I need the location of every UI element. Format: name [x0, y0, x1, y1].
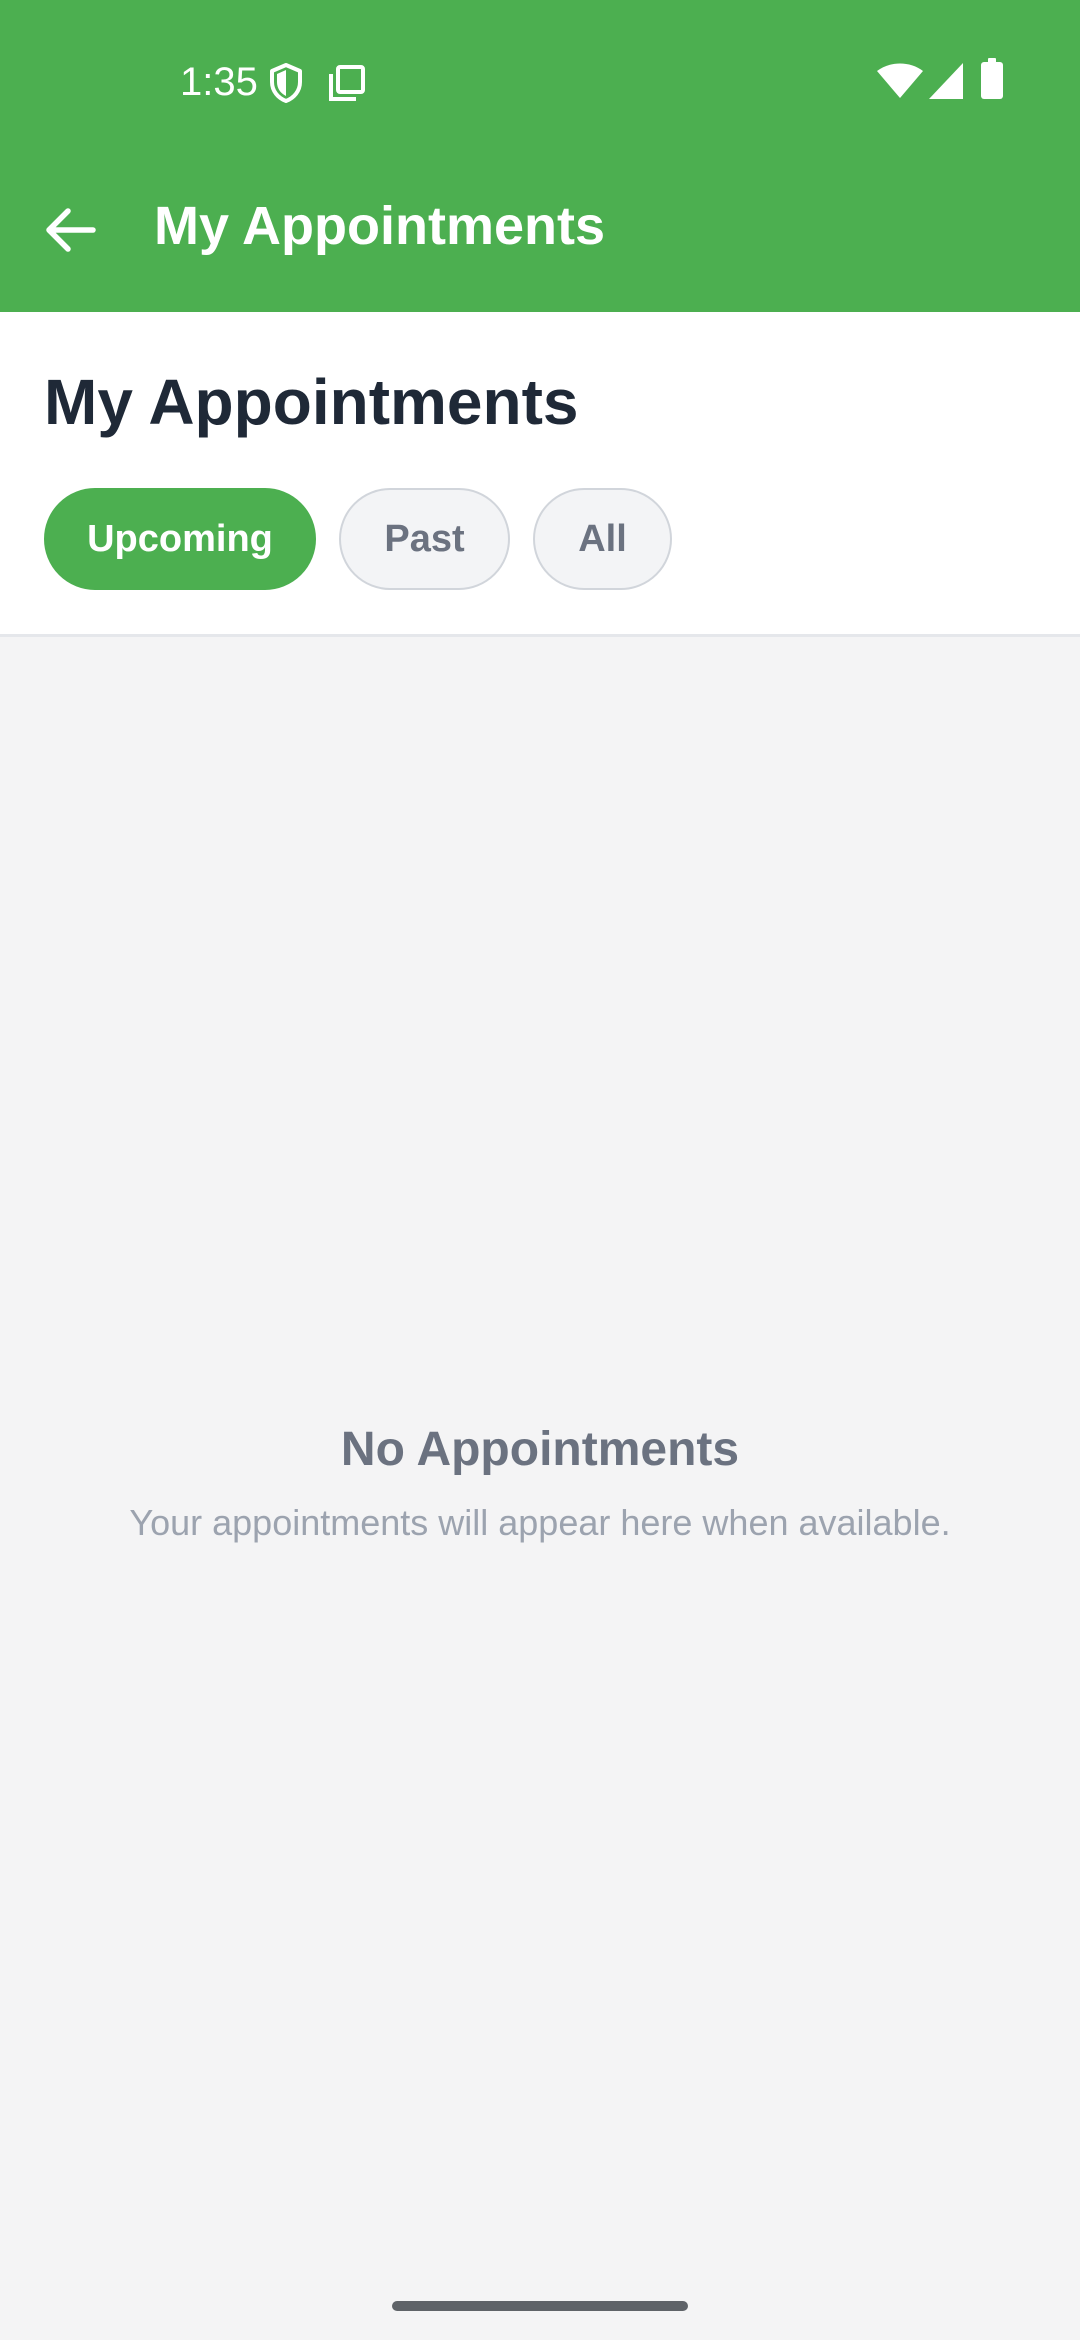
filter-chip-all[interactable]: All: [533, 488, 672, 590]
empty-state-title: No Appointments: [340, 1423, 740, 1476]
status-bar: 1:35: [0, 0, 1080, 160]
home-indicator[interactable]: [392, 2301, 688, 2311]
shield-icon: [270, 63, 302, 103]
toolbar-title: My Appointments: [154, 196, 605, 256]
filter-chip-label: All: [578, 517, 627, 560]
wifi-icon: [877, 63, 923, 98]
copy-icon: [329, 65, 365, 101]
filter-chip-upcoming[interactable]: Upcoming: [44, 488, 316, 590]
status-time: 1:35: [180, 60, 258, 104]
toolbar: My Appointments: [0, 160, 1080, 312]
battery-icon: [981, 58, 1003, 99]
empty-state: No Appointments Your appointments will a…: [0, 1420, 1080, 1546]
appointments-header: My Appointments Upcoming Past All: [0, 312, 1080, 637]
empty-state-message: Your appointments will appear here when …: [129, 1502, 951, 1543]
arrow-left-icon: [46, 208, 96, 252]
back-button[interactable]: [30, 190, 110, 270]
page-title: My Appointments: [44, 366, 579, 438]
filter-chip-past[interactable]: Past: [339, 488, 510, 590]
cellular-signal-icon: [929, 63, 963, 99]
filter-chip-label: Upcoming: [87, 517, 273, 560]
filter-chip-label: Past: [384, 517, 465, 560]
app-bar: 1:35 My Appointments: [0, 0, 1080, 312]
